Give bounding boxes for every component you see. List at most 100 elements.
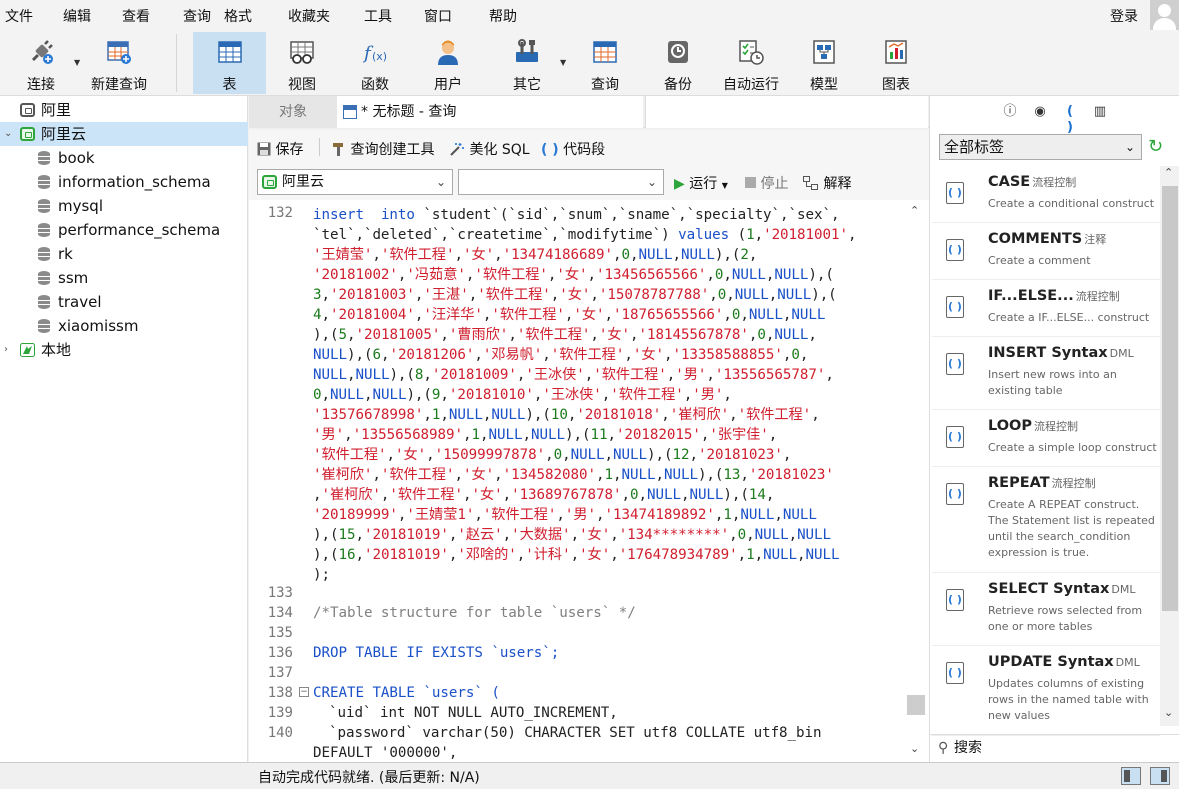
connect-dropdown-icon[interactable]: ▼: [74, 58, 80, 67]
snippet-scroll-thumb[interactable]: [1162, 186, 1178, 611]
refresh-icon[interactable]: ↻: [1148, 136, 1163, 157]
stop-button[interactable]: 停止: [745, 173, 788, 193]
save-icon: [257, 142, 271, 156]
toolbar-model-button[interactable]: 模型: [788, 32, 860, 94]
scroll-down-icon[interactable]: ⌄: [1164, 706, 1173, 719]
function-icon: f (x): [362, 43, 387, 64]
snippet-icon: ( ): [946, 483, 964, 505]
database-icon: [38, 247, 50, 261]
tree-connection-local[interactable]: › 本地: [0, 338, 248, 362]
fold-toggle-icon[interactable]: −: [299, 687, 309, 697]
info-icon[interactable]: ⓘ: [1002, 104, 1018, 120]
tree-db-xiaomissm[interactable]: xiaomissm: [0, 314, 248, 338]
editor-scroll-thumb[interactable]: [907, 695, 925, 715]
toolbar-query-button[interactable]: 查询: [570, 32, 640, 94]
backup-icon: [668, 41, 688, 63]
beautify-sql-button[interactable]: 美化 SQL: [449, 139, 530, 159]
new-query-icon: [107, 41, 131, 64]
menu-window[interactable]: 窗口: [424, 6, 452, 26]
tree-db-mysql[interactable]: mysql: [0, 194, 248, 218]
tree-db-rk[interactable]: rk: [0, 242, 248, 266]
menu-help[interactable]: 帮助: [489, 6, 517, 26]
menu-query[interactable]: 查询: [183, 6, 211, 26]
collapse-chevron-icon[interactable]: ⌄: [4, 122, 12, 146]
left-panel-toggle-icon[interactable]: [1121, 767, 1141, 785]
tree-connection-ali[interactable]: 阿里: [0, 98, 248, 122]
toolbar-new-query-button[interactable]: 新建查询: [84, 32, 154, 94]
editor-scrollbar[interactable]: ⌃ ⌄: [906, 200, 926, 762]
tree-db-travel[interactable]: travel: [0, 290, 248, 314]
toolbar-other-button[interactable]: 其它: [492, 32, 562, 94]
toolbar-user-button[interactable]: 用户: [412, 32, 484, 94]
tree-db-information-schema[interactable]: information_schema: [0, 170, 248, 194]
scroll-up-icon[interactable]: ⌃: [910, 204, 919, 217]
explain-button[interactable]: 解释: [803, 173, 851, 193]
tree-db-ssm[interactable]: ssm: [0, 266, 248, 290]
right-panel-toggle-icon[interactable]: [1150, 767, 1170, 785]
snippet-scrollbar[interactable]: ⌃ ⌄: [1160, 166, 1179, 726]
chart-icon: [885, 40, 907, 64]
tab-objects[interactable]: 对象: [249, 96, 337, 128]
scroll-up-icon[interactable]: ⌃: [1164, 166, 1173, 179]
code-snippet-button[interactable]: ( ) 代码段: [541, 139, 605, 159]
tag-filter-select[interactable]: 全部标签 ⌄: [939, 134, 1142, 160]
snippet-icon: ( ): [946, 426, 964, 448]
tree-connection-aliyun[interactable]: ⌄ 阿里云: [0, 122, 248, 146]
status-bar: 自动完成代码就绪. (最后更新: N/A): [0, 762, 1179, 789]
tab-area-blank: [645, 96, 928, 128]
menu-tools[interactable]: 工具: [364, 6, 392, 26]
menu-favorites[interactable]: 收藏夹: [288, 6, 330, 26]
toolbar-function-button[interactable]: f (x) 函数: [338, 32, 412, 94]
status-text: 自动完成代码就绪. (最后更新: N/A): [258, 770, 480, 786]
menu-view[interactable]: 查看: [122, 6, 150, 26]
snippet-update[interactable]: ( ) UPDATE Syntax DML Updates columns of …: [932, 646, 1160, 736]
toolbar-connect-button[interactable]: 连接: [10, 32, 72, 94]
menu-edit[interactable]: 编辑: [63, 6, 91, 26]
play-icon: ▶: [674, 176, 685, 192]
other-dropdown-icon[interactable]: ▼: [560, 58, 566, 67]
toolbar-autorun-button[interactable]: 自动运行: [714, 32, 788, 94]
sql-editor[interactable]: 132 133 134 135 136 137 138 139 140 − in…: [249, 200, 929, 762]
connection-open-icon: [262, 175, 277, 189]
snippet-select[interactable]: ( ) SELECT Syntax DML Retrieve rows selec…: [932, 573, 1160, 646]
toolbar-view-button[interactable]: 视图: [266, 32, 338, 94]
toolbar-chart-button[interactable]: 图表: [860, 32, 932, 94]
code-snippet-tab-icon[interactable]: ( ): [1062, 104, 1078, 135]
connection-select[interactable]: 阿里云 ⌄: [257, 169, 453, 195]
snippet-case[interactable]: ( ) CASE 流程控制 Create a conditional constr…: [932, 166, 1160, 223]
line-gutter: 132 133 134 135 136 137 138 139 140: [249, 200, 297, 762]
connection-tree: 阿里 ⌄ 阿里云 book information_schema mysql p…: [0, 96, 248, 762]
preview-eye-icon[interactable]: ◉: [1032, 104, 1048, 120]
panel-tabs: ⓘ ◉ ( ) ▥: [930, 96, 1179, 135]
save-button[interactable]: 保存: [257, 139, 303, 159]
tab-untitled-query[interactable]: * 无标题 - 查询: [337, 96, 643, 128]
toolbar-table-button[interactable]: 表: [193, 32, 266, 94]
scroll-down-icon[interactable]: ⌄: [910, 742, 919, 755]
tree-db-performance-schema[interactable]: performance_schema: [0, 218, 248, 242]
toolbar-backup-button[interactable]: 备份: [642, 32, 714, 94]
layout-grid-icon[interactable]: ▥: [1092, 104, 1108, 120]
menu-bar: 文件 编辑 查看 查询 格式 收藏夹 工具 窗口 帮助 登录: [0, 0, 1179, 30]
database-icon: [38, 175, 50, 189]
menu-file[interactable]: 文件: [5, 6, 33, 26]
snippet-comments[interactable]: ( ) COMMENTS 注释 Create a comment: [932, 223, 1160, 280]
magic-wand-icon: [450, 143, 464, 156]
database-icon: [38, 223, 50, 237]
query-builder-button[interactable]: 查询创建工具: [332, 139, 434, 159]
connection-icon: [20, 103, 35, 117]
snippet-loop[interactable]: ( ) LOOP 流程控制 Create a simple loop constr…: [932, 410, 1160, 467]
database-select[interactable]: ⌄: [458, 169, 664, 195]
expand-chevron-icon[interactable]: ›: [4, 338, 8, 362]
menu-format[interactable]: 格式: [224, 6, 252, 26]
avatar[interactable]: [1150, 0, 1179, 30]
run-dropdown-icon[interactable]: ▼: [722, 181, 728, 190]
snippet-repeat[interactable]: ( ) REPEAT 流程控制 Create A REPEAT construct…: [932, 467, 1160, 573]
tree-db-book[interactable]: book: [0, 146, 248, 170]
snippet-if-else[interactable]: ( ) IF...ELSE... 流程控制 Create a IF...ELSE.…: [932, 280, 1160, 337]
snippet-icon: ( ): [946, 353, 964, 375]
snippet-insert[interactable]: ( ) INSERT Syntax DML Insert new rows int…: [932, 337, 1160, 410]
run-button[interactable]: ▶ 运行 ▼: [674, 173, 728, 193]
login-link[interactable]: 登录: [1110, 6, 1138, 26]
main-toolbar: 连接 ▼ 新建查询 表 视图 f (x) 函数 用户 其它 ▼ 查询 备份 自动运…: [0, 30, 1179, 96]
snippet-search-input[interactable]: ⚲ 搜索: [930, 734, 1179, 762]
